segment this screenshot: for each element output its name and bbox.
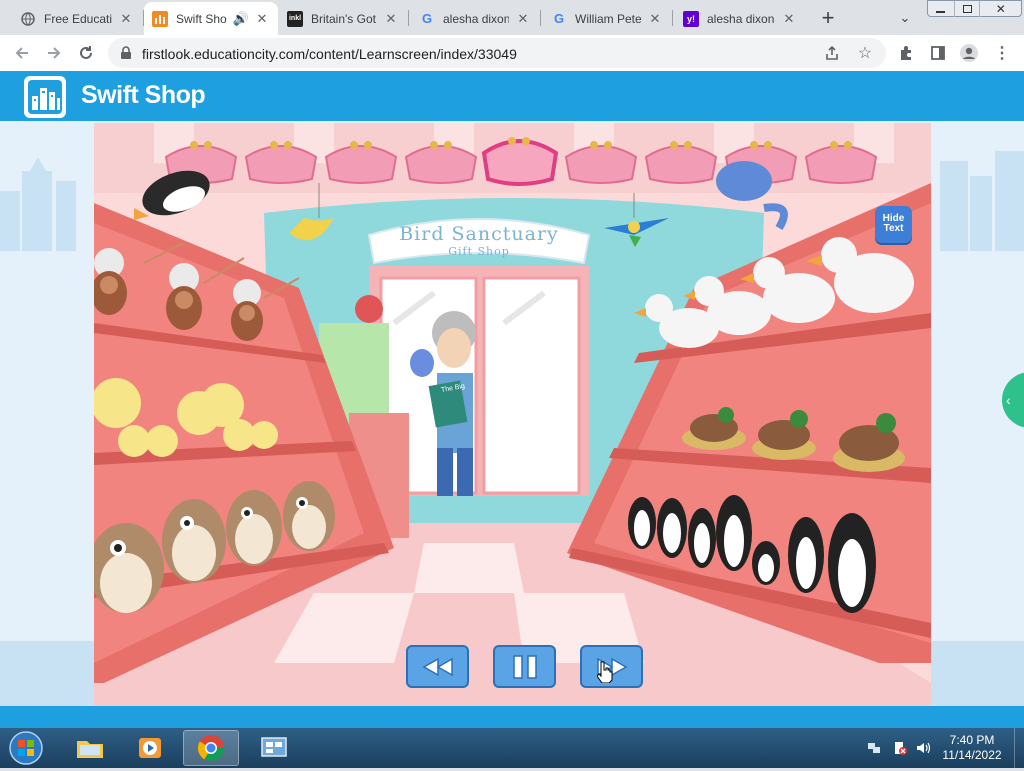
restore-icon [962, 5, 972, 13]
chevron-down-icon[interactable]: ⌄ [895, 8, 915, 28]
volume-icon[interactable] [915, 740, 931, 756]
taskbar-file-explorer[interactable] [62, 730, 118, 766]
tab-divider [540, 10, 541, 26]
network-icon[interactable] [866, 740, 882, 756]
hide-text-button[interactable]: Hide Text [875, 206, 912, 243]
close-icon[interactable]: ✕ [515, 11, 531, 27]
reload-button[interactable] [74, 41, 98, 65]
tab-label: Swift Sho [176, 11, 227, 26]
url-text: firstlook.educationcity.com/content/Lear… [142, 46, 517, 62]
close-icon[interactable]: ✕ [254, 11, 270, 27]
control-panel-icon [261, 737, 287, 757]
system-clock[interactable]: 7:40 PM 11/14/2022 [942, 733, 1002, 763]
shop-scene [94, 123, 931, 706]
windows-taskbar: 7:40 PM 11/14/2022 [0, 728, 1024, 768]
minimize-icon [936, 11, 946, 13]
window-controls: ✕ [927, 0, 1022, 17]
taskbar-control-panel[interactable] [246, 730, 302, 766]
tab-divider [672, 10, 673, 26]
tab-label: alesha dixon [707, 11, 775, 26]
forward-arrow-icon [48, 47, 61, 59]
tab-swift-shop[interactable]: Swift Sho 🔊 ✕ [144, 2, 278, 35]
bookmark-star-icon[interactable]: ☆ [853, 41, 877, 65]
minimize-button[interactable] [928, 1, 954, 17]
tab-divider [408, 10, 409, 26]
speaker-icon[interactable]: 🔊 [233, 11, 249, 27]
side-panel-icon[interactable] [926, 41, 950, 65]
profile-avatar-icon[interactable] [957, 41, 981, 65]
close-icon[interactable]: ✕ [647, 11, 663, 27]
more-menu-icon[interactable]: ⋮ [990, 41, 1014, 65]
taskbar-media-player[interactable] [122, 730, 178, 766]
site-header: Swift Shop [0, 71, 1024, 121]
globe-icon [20, 11, 36, 27]
clock-time: 7:40 PM [949, 733, 995, 747]
taskbar-chrome[interactable] [183, 730, 239, 766]
hand-cursor-icon [596, 661, 613, 684]
start-button[interactable] [4, 730, 48, 766]
google-icon: G [553, 11, 565, 26]
tab-alesha-dixon-yahoo[interactable]: y! alesha dixon ✕ [675, 2, 805, 35]
tab-label: Free Educatio [44, 11, 112, 26]
yahoo-icon: y! [683, 10, 699, 27]
back-arrow-icon [15, 47, 28, 59]
show-desktop-button[interactable] [1014, 728, 1024, 768]
address-bar[interactable]: firstlook.educationcity.com/content/Lear… [108, 38, 886, 68]
close-icon[interactable]: ✕ [118, 11, 134, 27]
chevron-left-icon: ‹ [1006, 392, 1011, 408]
tab-alesha-dixon-google[interactable]: G alesha dixon ✕ [411, 2, 539, 35]
tab-label: William Pete [575, 11, 641, 26]
close-icon[interactable]: ✕ [781, 11, 797, 27]
browser-toolbar: firstlook.educationcity.com/content/Lear… [0, 35, 1024, 71]
pause-button[interactable] [493, 645, 556, 688]
game-canvas[interactable]: Bird Sanctuary Gift Shop The Big Hide Te… [94, 123, 931, 706]
close-window-button[interactable]: ✕ [979, 1, 1021, 17]
clock-date: 11/14/2022 [942, 748, 1002, 762]
folder-icon [77, 741, 103, 758]
tab-britains-got[interactable]: inkl Britain's Got ✕ [279, 2, 407, 35]
tab-label: alesha dixon [443, 11, 509, 26]
share-icon[interactable] [820, 41, 844, 65]
lock-icon[interactable] [120, 46, 132, 65]
tab-free-education[interactable]: Free Educatio ✕ [12, 2, 142, 35]
pause-icon [512, 654, 537, 679]
sign-subtitle: Gift Shop [448, 245, 510, 258]
media-player-icon [139, 738, 161, 758]
new-tab-button[interactable]: + [816, 5, 840, 30]
restore-button[interactable] [953, 1, 980, 17]
tab-strip: Free Educatio ✕ Swift Sho 🔊 ✕ inkl Brita… [0, 0, 1024, 35]
back-button[interactable] [10, 41, 34, 65]
forward-button[interactable] [42, 41, 66, 65]
rewind-button[interactable] [406, 645, 469, 688]
sign-title: Bird Sanctuary [399, 223, 559, 245]
door-right [482, 276, 581, 495]
google-icon: G [421, 11, 433, 26]
extensions-icon[interactable] [894, 41, 918, 65]
close-icon[interactable]: ✕ [383, 11, 399, 27]
chrome-icon [197, 735, 225, 762]
site-logo[interactable] [24, 76, 66, 118]
action-center-icon[interactable] [892, 740, 908, 756]
tab-label: Britain's Got [311, 11, 376, 26]
tab-william-pete[interactable]: G William Pete ✕ [543, 2, 671, 35]
site-title: Swift Shop [81, 81, 206, 109]
site-footer-bar [0, 706, 1024, 728]
reload-icon [80, 46, 92, 59]
educationcity-icon [152, 10, 168, 27]
inkl-icon: inkl [287, 10, 303, 27]
rewind-icon [421, 657, 453, 676]
